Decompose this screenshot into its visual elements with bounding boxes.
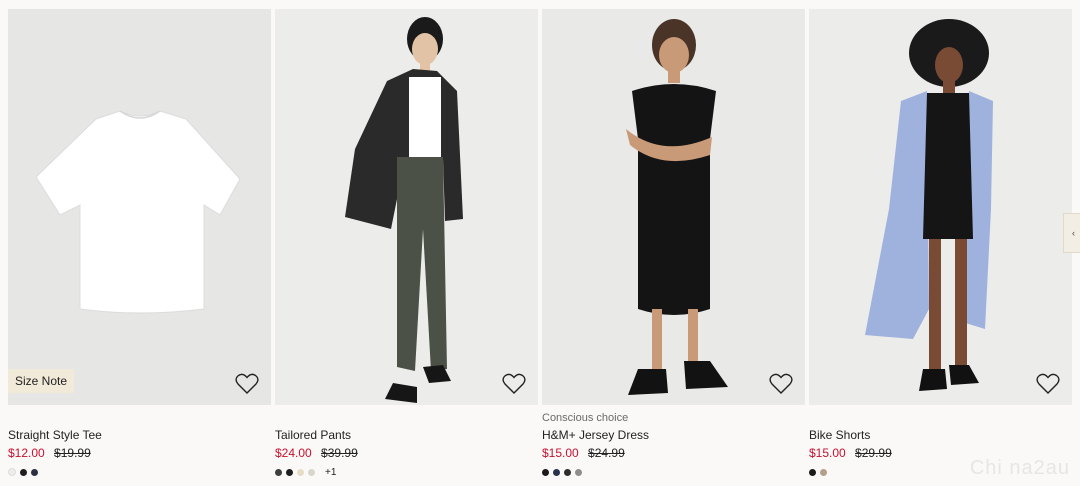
color-swatch[interactable] [297, 468, 304, 476]
size-note-badge[interactable]: Size Note [8, 369, 75, 393]
color-swatch[interactable] [308, 468, 315, 476]
product-image[interactable]: Size Note [8, 9, 271, 405]
sale-price: $24.00 [275, 446, 312, 460]
product-info: Straight Style Tee $12.00 $19.99 [8, 405, 271, 477]
product-info: Conscious choice H&M+ Jersey Dress $15.0… [542, 405, 805, 477]
product-name[interactable]: Bike Shorts [809, 427, 1072, 443]
chevron-right-icon: ‹ [1072, 228, 1075, 238]
watermark: Chi na2au [969, 457, 1070, 479]
product-name[interactable]: Straight Style Tee [8, 427, 271, 443]
heart-outline-icon[interactable] [769, 373, 793, 395]
color-swatch[interactable] [820, 468, 827, 476]
color-swatch[interactable] [275, 468, 282, 476]
color-swatch[interactable] [286, 468, 293, 476]
model-bike-shorts-image [865, 19, 993, 391]
original-price: $29.99 [855, 446, 892, 460]
product-prices: $12.00 $19.99 [8, 445, 271, 461]
tshirt-image [35, 110, 241, 314]
product-card-tailored-pants[interactable]: Tailored Pants $24.00 $39.99 +1 [275, 9, 538, 478]
conscious-choice-tag: Conscious choice [542, 412, 629, 424]
product-listing-page: Size Note Straight Style Tee $12.00 $19.… [0, 0, 1080, 486]
heart-outline-icon[interactable] [502, 373, 526, 395]
carousel-next-button[interactable]: ‹ [1063, 213, 1080, 253]
color-swatch[interactable] [809, 468, 816, 476]
color-swatch[interactable] [575, 468, 582, 476]
more-colors-count[interactable]: +1 [325, 467, 336, 478]
color-swatch[interactable] [20, 468, 27, 476]
product-tag [809, 411, 1072, 425]
product-prices: $24.00 $39.99 [275, 445, 538, 461]
model-jersey-dress-image [626, 19, 728, 395]
color-swatch[interactable] [553, 468, 560, 476]
color-swatch[interactable] [564, 468, 571, 476]
color-swatches [542, 467, 805, 477]
color-swatch[interactable] [542, 468, 549, 476]
original-price: $39.99 [321, 446, 358, 460]
color-swatch[interactable] [31, 468, 38, 476]
sale-price: $12.00 [8, 446, 45, 460]
color-swatch[interactable] [8, 468, 16, 476]
product-card-straight-style-tee[interactable]: Size Note Straight Style Tee $12.00 $19.… [8, 9, 271, 477]
product-prices: $15.00 $24.99 [542, 445, 805, 461]
color-swatches [8, 467, 271, 477]
product-name[interactable]: Tailored Pants [275, 427, 538, 443]
product-image[interactable] [542, 9, 805, 405]
heart-outline-icon[interactable] [1036, 373, 1060, 395]
product-card-bike-shorts[interactable]: Bike Shorts $15.00 $29.99 [809, 9, 1072, 477]
original-price: $19.99 [54, 446, 91, 460]
product-image[interactable] [809, 9, 1072, 405]
sale-price: $15.00 [542, 446, 579, 460]
model-tailored-pants-image [345, 17, 463, 403]
sale-price: $15.00 [809, 446, 846, 460]
color-swatches: +1 [275, 467, 538, 478]
original-price: $24.99 [588, 446, 625, 460]
product-card-jersey-dress[interactable]: Conscious choice H&M+ Jersey Dress $15.0… [542, 9, 805, 477]
heart-outline-icon[interactable] [235, 373, 259, 395]
product-grid: Size Note Straight Style Tee $12.00 $19.… [8, 9, 1072, 478]
product-tag [275, 411, 538, 425]
product-image[interactable] [275, 9, 538, 405]
product-name[interactable]: H&M+ Jersey Dress [542, 427, 805, 443]
product-tag [8, 411, 271, 425]
product-info: Tailored Pants $24.00 $39.99 +1 [275, 405, 538, 478]
